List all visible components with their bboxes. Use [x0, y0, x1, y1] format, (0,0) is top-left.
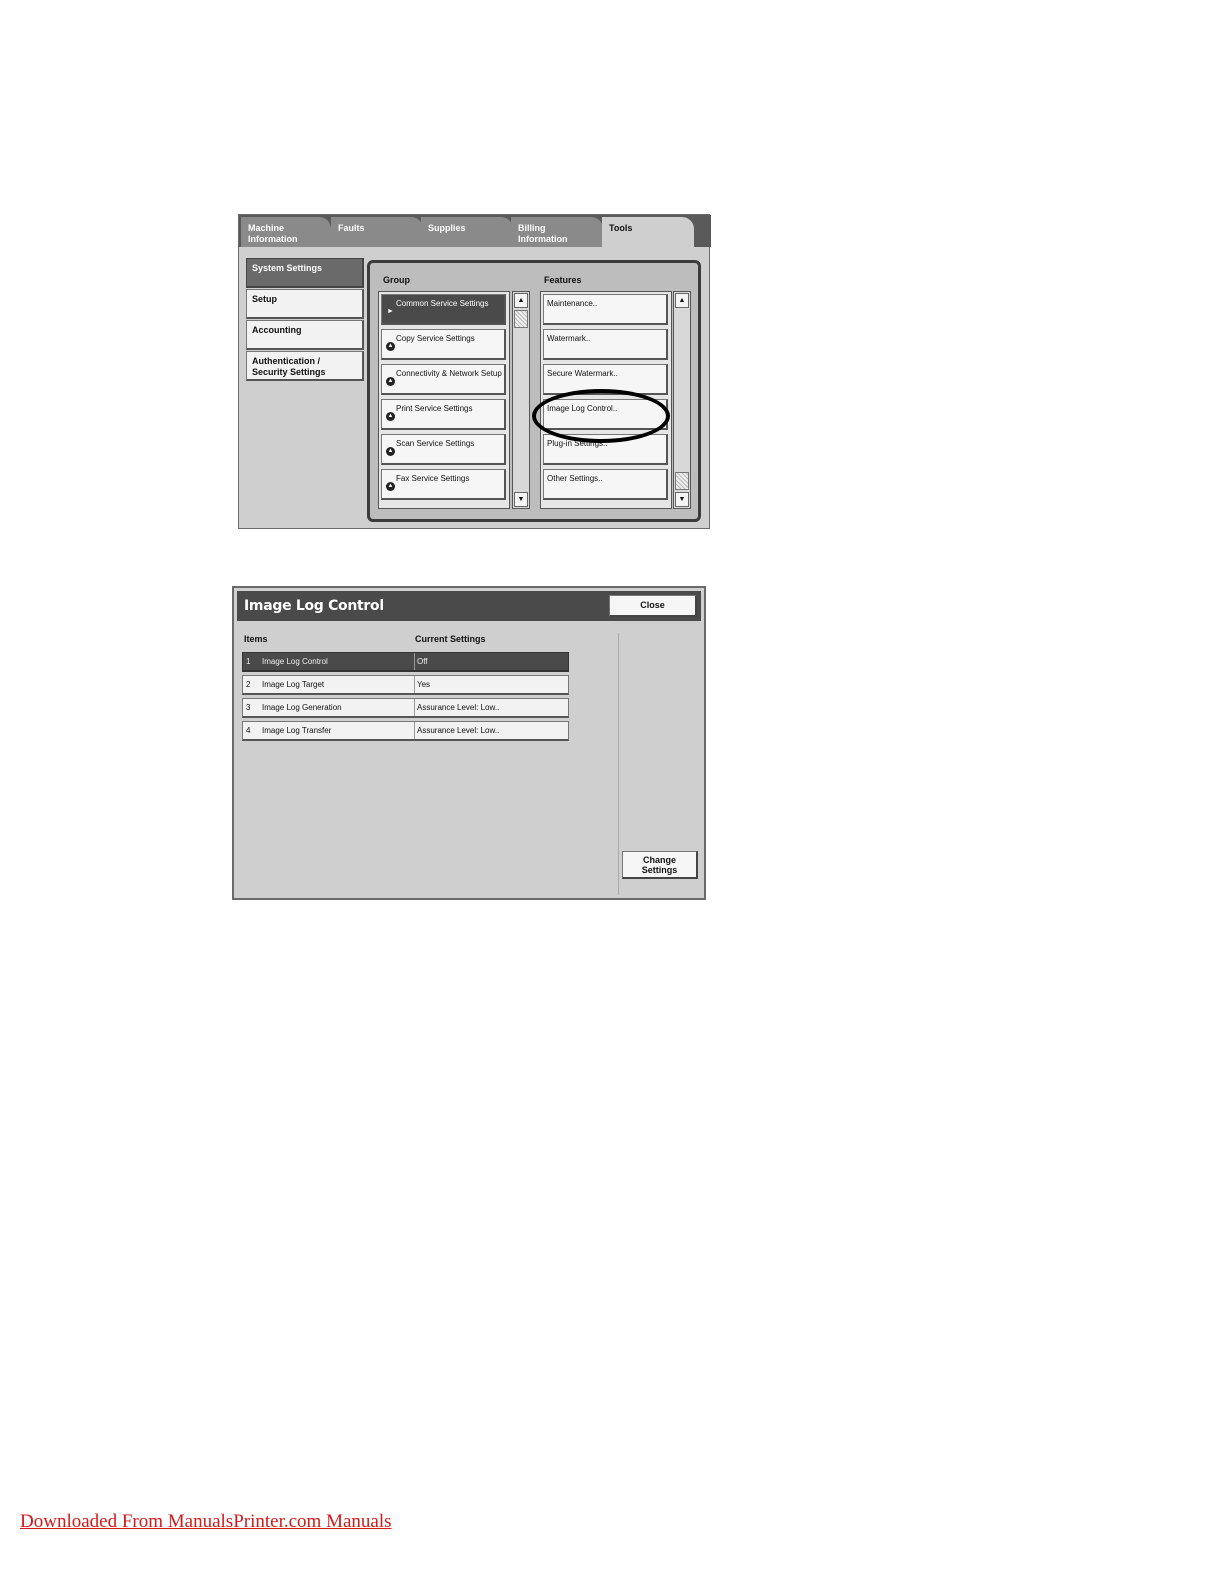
tab-machine-information[interactable]: Machine Information — [241, 217, 331, 247]
divider — [618, 633, 619, 895]
nav-setup[interactable]: Setup — [246, 289, 364, 319]
group-item-copy-service[interactable]: ▲ Copy Service Settings — [381, 329, 506, 360]
nav-accounting[interactable]: Accounting — [246, 320, 364, 350]
row-item: Image Log Control — [262, 657, 328, 666]
change-settings-label: Settings — [641, 865, 678, 875]
col-header-items: Items — [244, 634, 268, 644]
features-header: Features — [544, 275, 582, 285]
row-value: Assurance Level: Low.. — [414, 699, 499, 716]
row-value: Yes — [414, 676, 430, 693]
source-link[interactable]: Downloaded From ManualsPrinter.com Manua… — [20, 1511, 392, 1533]
row-item: Image Log Target — [262, 680, 325, 689]
nav-label: Authentication / — [252, 356, 320, 366]
expand-icon: ▲ — [386, 342, 395, 351]
title-bar: Image Log Control Close — [237, 591, 701, 621]
table-row[interactable]: 2 Image Log Target Yes — [242, 675, 569, 695]
tab-label: Information — [518, 234, 568, 244]
tab-label: Faults — [338, 223, 365, 233]
tab-label: Supplies — [428, 223, 466, 233]
group-item-common-service[interactable]: ► Common Service Settings — [381, 294, 506, 325]
expand-icon: ▲ — [386, 447, 395, 456]
scroll-up-icon[interactable]: ▲ — [675, 293, 689, 308]
callout-circle — [532, 389, 670, 443]
nav-system-settings[interactable]: System Settings — [246, 258, 364, 288]
settings-panel: Group Features ► Common Service Settings… — [367, 260, 701, 522]
nav-label: Security Settings — [252, 367, 326, 377]
scroll-down-icon[interactable]: ▼ — [514, 492, 528, 507]
close-button[interactable]: Close — [609, 595, 697, 617]
feature-maintenance[interactable]: Maintenance.. — [543, 294, 668, 325]
group-item-scan-service[interactable]: ▲ Scan Service Settings — [381, 434, 506, 465]
row-number: 4 — [246, 726, 251, 735]
row-item: Image Log Generation — [262, 703, 342, 712]
tab-faults[interactable]: Faults — [331, 217, 423, 247]
tab-label: Billing — [518, 223, 546, 233]
table-row[interactable]: 3 Image Log Generation Assurance Level: … — [242, 698, 569, 718]
group-scrollbar[interactable]: ▲ ▼ — [512, 291, 530, 509]
change-settings-label: Change — [642, 855, 676, 865]
tools-screen: Machine Information Faults Supplies Bill… — [238, 214, 711, 529]
change-settings-button[interactable]: Change Settings — [622, 851, 698, 879]
group-header: Group — [383, 275, 410, 285]
group-item-label: Copy Service Settings — [396, 334, 475, 343]
expand-icon: ▲ — [386, 482, 395, 491]
group-item-fax-service[interactable]: ▲ Fax Service Settings — [381, 469, 506, 500]
nav-authentication-security[interactable]: Authentication / Security Settings — [246, 351, 364, 381]
nav-label: System Settings — [252, 263, 323, 273]
tab-supplies[interactable]: Supplies — [421, 217, 513, 247]
expand-icon: ▲ — [386, 412, 395, 421]
tab-billing-information[interactable]: Billing Information — [511, 217, 603, 247]
group-item-label: Fax Service Settings — [396, 474, 470, 483]
row-number: 1 — [246, 657, 251, 666]
tab-bar: Machine Information Faults Supplies Bill… — [239, 215, 711, 248]
selected-arrow-icon: ► — [387, 308, 394, 315]
tab-label: Tools — [609, 223, 633, 233]
tab-tools[interactable]: Tools — [602, 217, 694, 248]
group-item-print-service[interactable]: ▲ Print Service Settings — [381, 399, 506, 430]
tab-label: Information — [248, 234, 298, 244]
group-item-label: Print Service Settings — [396, 404, 473, 413]
scroll-up-icon[interactable]: ▲ — [514, 293, 528, 308]
tab-label: Machine — [248, 223, 285, 233]
scroll-down-icon[interactable]: ▼ — [675, 492, 689, 507]
feature-other-settings[interactable]: Other Settings.. — [543, 469, 668, 500]
group-item-label: Scan Service Settings — [396, 439, 475, 448]
row-number: 3 — [246, 703, 251, 712]
group-item-connectivity[interactable]: ▲ Connectivity & Network Setup — [381, 364, 506, 395]
expand-icon: ▲ — [386, 377, 395, 386]
scroll-thumb[interactable] — [514, 310, 528, 328]
table-row[interactable]: 4 Image Log Transfer Assurance Level: Lo… — [242, 721, 569, 741]
page-title: Image Log Control — [244, 598, 384, 614]
nav-label: Setup — [252, 294, 278, 304]
group-list: ► Common Service Settings ▲ Copy Service… — [378, 291, 510, 509]
table-row[interactable]: 1 Image Log Control Off — [242, 652, 569, 672]
nav-label: Accounting — [252, 325, 302, 335]
features-scrollbar[interactable]: ▲ ▼ — [673, 291, 691, 509]
row-number: 2 — [246, 680, 251, 689]
scroll-thumb[interactable] — [675, 472, 689, 490]
image-log-control-screen: Image Log Control Close Items Current Se… — [232, 586, 706, 900]
row-value: Assurance Level: Low.. — [414, 722, 499, 739]
row-value: Off — [414, 653, 428, 670]
row-item: Image Log Transfer — [262, 726, 332, 735]
group-item-label: Common Service Settings — [396, 299, 489, 308]
feature-watermark[interactable]: Watermark.. — [543, 329, 668, 360]
col-header-current-settings: Current Settings — [415, 634, 486, 644]
group-item-label: Connectivity & Network Setup — [396, 369, 502, 378]
